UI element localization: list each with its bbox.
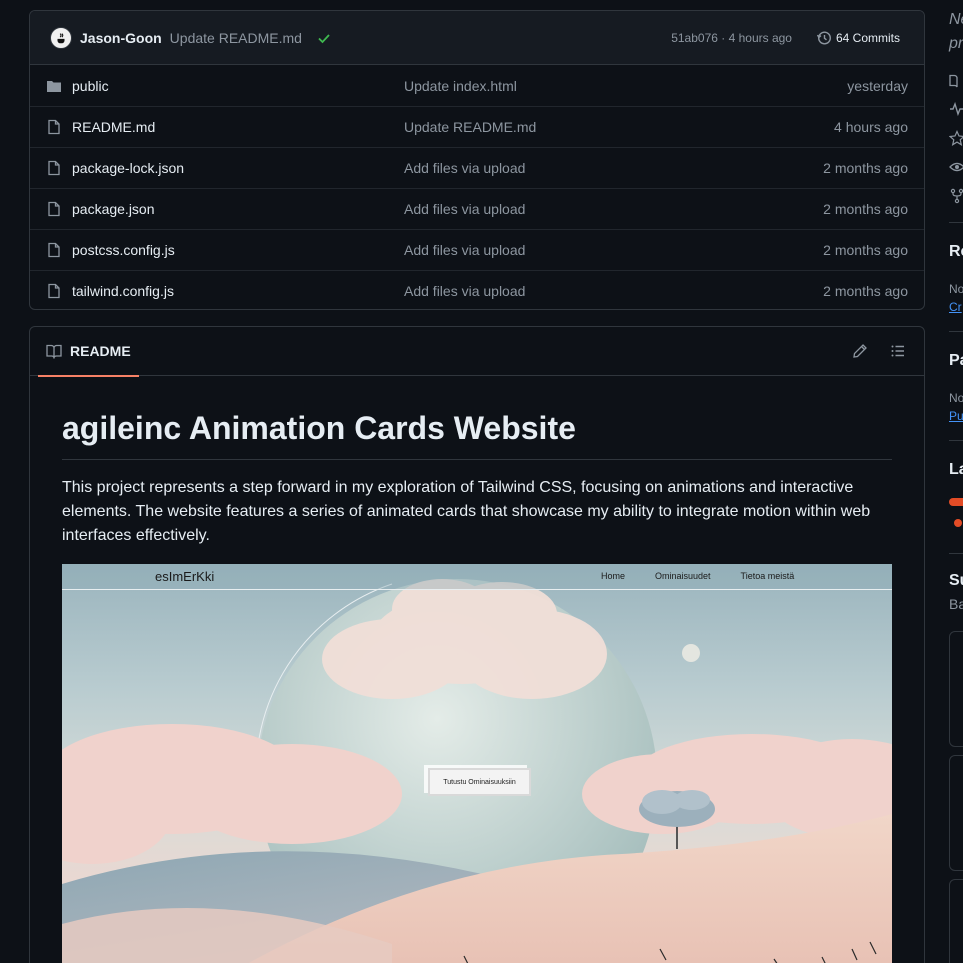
description-line: Ne [949,11,963,28]
file-age: yesterday [847,77,908,94]
repo-description: Ne pr [949,8,963,56]
file-row[interactable]: package-lock.json Add files via upload 2… [30,147,924,188]
star-icon[interactable] [949,130,963,146]
file-commit-message[interactable]: Add files via upload [404,242,823,258]
description-line: pr [949,35,963,52]
file-commit-message[interactable]: Add files via upload [404,201,823,217]
file-name[interactable]: package.json [72,201,404,217]
book-icon [46,344,62,359]
eye-icon[interactable] [949,159,963,175]
preview-navbar: esImErKki Home Ominaisuudet Tietoa meist… [62,564,892,590]
preview-nav-link: Tietoa meistä [740,571,795,581]
language-dot [954,519,962,527]
avatar[interactable] [50,26,72,49]
separator-dot: · [717,30,729,45]
sidebar-heading-packages[interactable]: Pa [949,352,963,370]
file-row[interactable]: package.json Add files via upload 2 mont… [30,188,924,229]
file-age: 2 months ago [823,201,908,217]
moon-shape [682,644,700,662]
file-age: 4 hours ago [834,119,908,135]
file-icon [48,119,60,135]
tree-shape [639,790,715,849]
history-icon [816,30,831,45]
file-age: 2 months ago [823,160,908,176]
file-icon [48,160,60,176]
tab-readme-label: README [70,343,131,359]
tab-readme[interactable]: README [38,327,139,377]
commits-button[interactable]: 64 Commits [808,26,908,50]
file-browser: Jason-Goon Update README.md 51ab076 · 4 … [29,10,925,310]
preview-logo: esImErKki [155,569,215,584]
commit-author[interactable]: Jason-Goon [80,30,162,46]
file-list: public Update index.html yesterday READM… [30,65,924,309]
file-name[interactable]: postcss.config.js [72,242,404,258]
releases-text: No [949,282,963,296]
landscape-illustration [62,579,892,963]
file-row[interactable]: README.md Update README.md 4 hours ago [30,106,924,147]
file-row[interactable]: postcss.config.js Add files via upload 2… [30,229,924,270]
preview-nav-links: Home Ominaisuudet Tietoa meistä [601,571,824,581]
commit-hash[interactable]: 51ab076 [671,31,718,45]
divider [949,222,963,223]
packages-text: No [949,391,963,405]
file-age: 2 months ago [823,242,908,258]
preview-nav-link: Home [601,571,626,581]
book-icon[interactable] [949,73,963,89]
file-name[interactable]: package-lock.json [72,160,404,176]
commit-meta: 51ab076 · 4 hours ago 64 Commits [671,26,908,50]
suggestion-card[interactable] [949,879,963,963]
readme-description: This project represents a step forward i… [62,479,871,544]
file-commit-message[interactable]: Update index.html [404,78,847,94]
suggestion-card[interactable] [949,631,963,747]
file-name[interactable]: tailwind.config.js [72,283,404,299]
fork-icon[interactable] [949,188,963,204]
file-icon [48,242,60,258]
repo-sidebar: Ne pr Re No Cr Pa No Pu La Su Ba [949,0,963,963]
list-icon[interactable] [890,343,906,359]
sidebar-heading-releases[interactable]: Re [949,243,963,261]
preview-cta-button: Tutustu Ominaisuuksiin [428,768,531,796]
readme-content: agileinc Animation Cards Website This pr… [30,410,924,963]
activity-icon[interactable] [949,101,963,117]
latest-commit-bar: Jason-Goon Update README.md 51ab076 · 4 … [30,11,924,65]
commit-time: 4 hours ago [728,30,792,45]
sidebar-heading-suggested: Su [949,572,963,589]
website-preview-image[interactable]: esImErKki Home Ominaisuudet Tietoa meist… [62,564,892,963]
commit-message[interactable]: Update README.md [170,30,302,46]
commits-count: 64 Commits [835,30,900,45]
file-icon [48,283,60,299]
file-icon [48,201,60,217]
check-icon[interactable] [316,30,332,46]
suggestion-card[interactable] [949,755,963,871]
readme-header: README [30,327,924,377]
create-release-link[interactable]: Cr [949,300,962,314]
readme-title: agileinc Animation Cards Website [62,410,892,460]
suggested-text: Ba [949,596,963,612]
readme-panel: README agileinc Animation Cards Website … [29,326,925,963]
preview-nav-link: Ominaisuudet [655,571,711,581]
sidebar-heading-languages: La [949,461,963,478]
file-name[interactable]: README.md [72,119,404,135]
divider [949,440,963,441]
avatar-icon [57,32,65,43]
divider [949,553,963,554]
clouds-top [322,579,607,699]
readme-actions [852,343,906,359]
file-age: 2 months ago [823,283,908,299]
folder-icon [47,80,61,92]
language-bar [949,498,963,506]
file-commit-message[interactable]: Update README.md [404,119,834,135]
divider [949,331,963,332]
pencil-icon[interactable] [852,343,868,359]
file-name[interactable]: public [72,78,404,94]
publish-package-link[interactable]: Pu [949,409,963,423]
file-row[interactable]: tailwind.config.js Add files via upload … [30,270,924,309]
file-commit-message[interactable]: Add files via upload [404,283,823,299]
file-row[interactable]: public Update index.html yesterday [30,65,924,106]
file-commit-message[interactable]: Add files via upload [404,160,823,176]
